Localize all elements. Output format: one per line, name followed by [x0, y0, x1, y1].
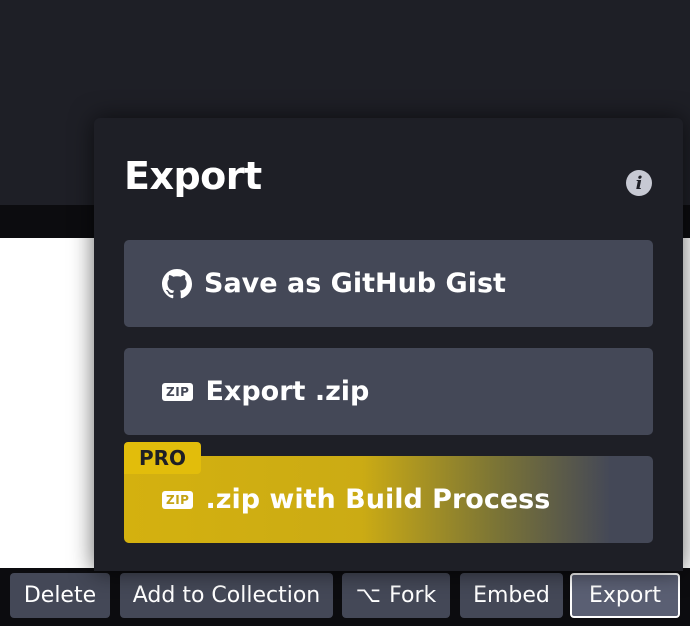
add-to-collection-label: Add to Collection — [132, 583, 321, 608]
panel-title: Export — [124, 154, 262, 198]
export-button-label: Export — [588, 583, 661, 608]
embed-button[interactable]: Embed — [460, 573, 563, 618]
info-icon[interactable]: i — [626, 170, 652, 196]
zip-icon: ZIP — [162, 490, 194, 509]
github-icon — [162, 268, 192, 299]
info-icon-glyph: i — [635, 172, 643, 194]
zip-build-process-button[interactable]: ZIP .zip with Build Process — [124, 456, 653, 543]
pro-badge: PRO — [124, 442, 201, 474]
zip-badge-text: ZIP — [162, 490, 194, 509]
fork-button-label: Fork — [389, 583, 437, 608]
zip-icon: ZIP — [162, 382, 194, 401]
export-zip-button[interactable]: ZIP Export .zip — [124, 348, 653, 435]
export-button[interactable]: Export — [570, 573, 680, 618]
delete-button[interactable]: Delete — [10, 573, 110, 618]
preview-pane — [0, 238, 96, 568]
export-zip-label: Export .zip — [205, 376, 370, 407]
save-github-gist-button[interactable]: Save as GitHub Gist — [124, 240, 653, 327]
export-panel: Export i Save as GitHub Gist ZIP Export … — [94, 118, 683, 571]
delete-button-label: Delete — [23, 583, 97, 608]
fork-icon: ⌥ — [355, 583, 382, 608]
add-to-collection-button[interactable]: Add to Collection — [120, 573, 333, 618]
zip-badge-text: ZIP — [162, 382, 194, 401]
zip-build-process-label: .zip with Build Process — [205, 484, 551, 515]
preview-pane-edge — [683, 238, 690, 568]
embed-button-label: Embed — [473, 583, 550, 608]
save-github-gist-label: Save as GitHub Gist — [204, 268, 506, 299]
fork-button[interactable]: ⌥ Fork — [342, 573, 450, 618]
